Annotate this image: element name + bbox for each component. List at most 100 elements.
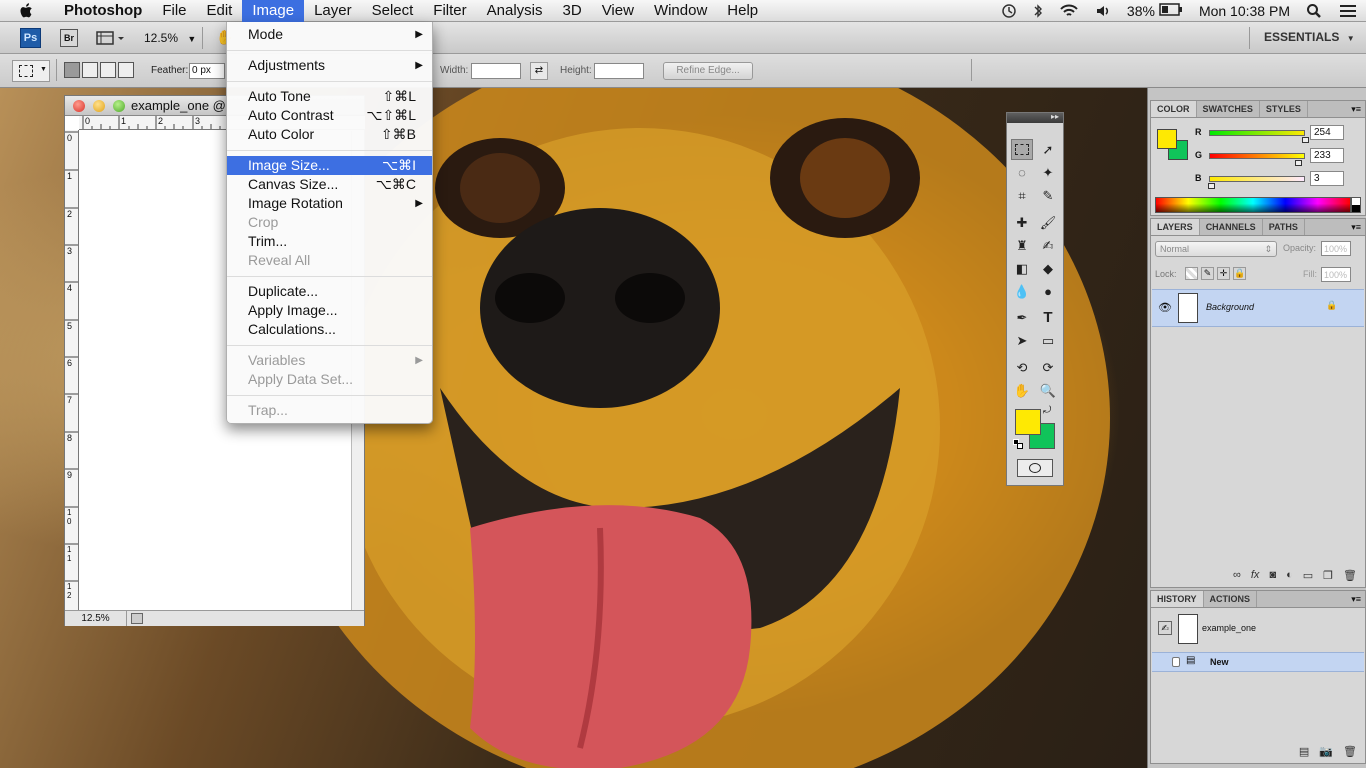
- menu-edit[interactable]: Edit: [197, 0, 243, 22]
- lock-image-icon[interactable]: ✎: [1201, 267, 1214, 280]
- tab-history[interactable]: HISTORY: [1151, 591, 1204, 607]
- status-info-icon[interactable]: [131, 613, 143, 624]
- type-tool-icon[interactable]: T: [1037, 307, 1059, 328]
- minimize-window-icon[interactable]: [93, 100, 105, 112]
- menu-item-trim[interactable]: Trim...: [227, 232, 432, 251]
- clone-stamp-tool-icon[interactable]: ♜: [1011, 235, 1033, 256]
- quick-mask-icon[interactable]: [1017, 459, 1053, 477]
- refine-edge-button[interactable]: Refine Edge...: [663, 62, 753, 80]
- red-slider[interactable]: [1209, 130, 1305, 136]
- eyedropper-tool-icon[interactable]: ✎: [1037, 185, 1059, 206]
- paint-bucket-tool-icon[interactable]: ◆: [1037, 258, 1059, 279]
- subtract-selection-icon[interactable]: [100, 62, 116, 78]
- new-selection-icon[interactable]: [64, 62, 80, 78]
- zoom-tool-icon[interactable]: 🔍: [1037, 380, 1059, 401]
- slider-thumb[interactable]: [1295, 160, 1302, 166]
- panel-menu-icon[interactable]: ▾≡: [1351, 219, 1365, 235]
- add-selection-icon[interactable]: [82, 62, 98, 78]
- history-state-slider-icon[interactable]: [1172, 657, 1180, 667]
- time-machine-icon[interactable]: [993, 0, 1025, 22]
- menu-help[interactable]: Help: [717, 0, 768, 22]
- tab-layers[interactable]: LAYERS: [1151, 219, 1200, 235]
- menu-filter[interactable]: Filter: [423, 0, 476, 22]
- swap-colors-icon[interactable]: ⤾: [1043, 405, 1051, 416]
- menu-item-auto-tone[interactable]: Auto Tone ⇧⌘L: [227, 87, 432, 106]
- menu-view[interactable]: View: [592, 0, 644, 22]
- battery-status[interactable]: 38%: [1119, 0, 1191, 22]
- menu-analysis[interactable]: Analysis: [477, 0, 553, 22]
- swap-dimensions-icon[interactable]: ⇄: [530, 62, 548, 80]
- workspace-switcher[interactable]: ESSENTIALS ▼: [1264, 30, 1355, 44]
- vertical-ruler[interactable]: 0 1 2 3 4 5 6 7 8 9 10 11 12: [65, 130, 79, 610]
- menubar-clock[interactable]: Mon 10:38 PM: [1191, 0, 1298, 22]
- new-snapshot-icon[interactable]: 📷: [1319, 745, 1333, 761]
- wifi-icon[interactable]: [1051, 0, 1087, 22]
- history-state-new[interactable]: ▤ New: [1152, 652, 1364, 672]
- document-zoom-field[interactable]: 12.5%: [65, 611, 127, 626]
- tab-swatches[interactable]: SWATCHES: [1197, 101, 1260, 117]
- default-colors-icon[interactable]: [1013, 439, 1023, 449]
- volume-icon[interactable]: [1087, 0, 1119, 22]
- shape-tool-icon[interactable]: ▭: [1037, 330, 1059, 351]
- zoom-level-select[interactable]: 12.5% ▼: [144, 29, 196, 47]
- new-document-from-state-icon[interactable]: ▤: [1299, 745, 1309, 761]
- panel-menu-icon[interactable]: ▾≡: [1351, 591, 1365, 607]
- history-brush-tool-icon[interactable]: ✍: [1037, 235, 1059, 256]
- opacity-field[interactable]: 100%: [1321, 241, 1351, 256]
- lock-transparent-icon[interactable]: [1185, 267, 1198, 280]
- red-value-field[interactable]: 254: [1310, 125, 1344, 140]
- menu-item-adjustments[interactable]: Adjustments ▶: [227, 56, 432, 75]
- tab-paths[interactable]: PATHS: [1263, 219, 1305, 235]
- panel-menu-icon[interactable]: ▾≡: [1351, 101, 1365, 117]
- lock-position-icon[interactable]: ✛: [1217, 267, 1230, 280]
- tab-channels[interactable]: CHANNELS: [1200, 219, 1263, 235]
- menu-item-calculations[interactable]: Calculations...: [227, 320, 432, 339]
- delete-layer-icon[interactable]: 🗑: [1343, 569, 1357, 585]
- path-selection-tool-icon[interactable]: ➤: [1011, 330, 1033, 351]
- feather-input[interactable]: 0 px: [189, 63, 225, 79]
- width-input[interactable]: [471, 63, 521, 79]
- visibility-eye-icon[interactable]: 👁: [1158, 301, 1172, 314]
- tab-styles[interactable]: STYLES: [1260, 101, 1308, 117]
- blue-value-field[interactable]: 3: [1310, 171, 1344, 186]
- menu-select[interactable]: Select: [362, 0, 424, 22]
- foreground-color-swatch[interactable]: [1157, 129, 1177, 149]
- 3d-orbit-tool-icon[interactable]: ⟳: [1037, 357, 1059, 378]
- blend-mode-select[interactable]: Normal ⇕: [1155, 241, 1277, 257]
- tools-panel-header[interactable]: ▸▸: [1007, 112, 1063, 123]
- spotlight-search-icon[interactable]: [1298, 0, 1330, 22]
- delete-state-icon[interactable]: 🗑: [1343, 745, 1357, 761]
- menu-item-image-rotation[interactable]: Image Rotation ▶: [227, 194, 432, 213]
- intersect-selection-icon[interactable]: [118, 62, 134, 78]
- healing-brush-tool-icon[interactable]: ✚: [1011, 212, 1033, 233]
- history-snapshot-row[interactable]: ✍ example_one: [1152, 611, 1364, 649]
- history-brush-source-icon[interactable]: ✍: [1158, 621, 1172, 635]
- menu-item-auto-contrast[interactable]: Auto Contrast ⌥⇧⌘L: [227, 106, 432, 125]
- tab-actions[interactable]: ACTIONS: [1204, 591, 1258, 607]
- slider-thumb[interactable]: [1302, 137, 1309, 143]
- menu-layer[interactable]: Layer: [304, 0, 362, 22]
- view-extras-icon[interactable]: [96, 30, 126, 49]
- new-group-icon[interactable]: ▭: [1303, 569, 1313, 585]
- menu-item-image-size[interactable]: Image Size... ⌥⌘I: [227, 156, 432, 175]
- zoom-window-icon[interactable]: [113, 100, 125, 112]
- bridge-launch-button[interactable]: Br: [60, 29, 78, 47]
- marquee-tool-icon[interactable]: [1011, 139, 1033, 160]
- black-white-swatch[interactable]: [1351, 197, 1361, 213]
- slider-thumb[interactable]: [1208, 183, 1215, 189]
- close-window-icon[interactable]: [73, 100, 85, 112]
- hand-tool-icon[interactable]: ✋: [1011, 380, 1033, 401]
- link-layers-icon[interactable]: ∞: [1233, 569, 1241, 585]
- move-tool-icon[interactable]: ➚: [1037, 139, 1059, 160]
- height-input[interactable]: [594, 63, 644, 79]
- dodge-tool-icon[interactable]: ●: [1037, 281, 1059, 302]
- menu-item-duplicate[interactable]: Duplicate...: [227, 282, 432, 301]
- layer-style-icon[interactable]: fx: [1251, 569, 1260, 585]
- menu-item-auto-color[interactable]: Auto Color ⇧⌘B: [227, 125, 432, 144]
- brush-tool-icon[interactable]: 🖌: [1037, 212, 1059, 233]
- adjustment-layer-icon[interactable]: ◐: [1286, 569, 1293, 585]
- selection-mode-buttons[interactable]: [64, 62, 134, 80]
- notification-list-icon[interactable]: [1330, 0, 1366, 22]
- app-menu-photoshop[interactable]: Photoshop: [54, 0, 152, 22]
- magic-wand-tool-icon[interactable]: ✦: [1037, 162, 1059, 183]
